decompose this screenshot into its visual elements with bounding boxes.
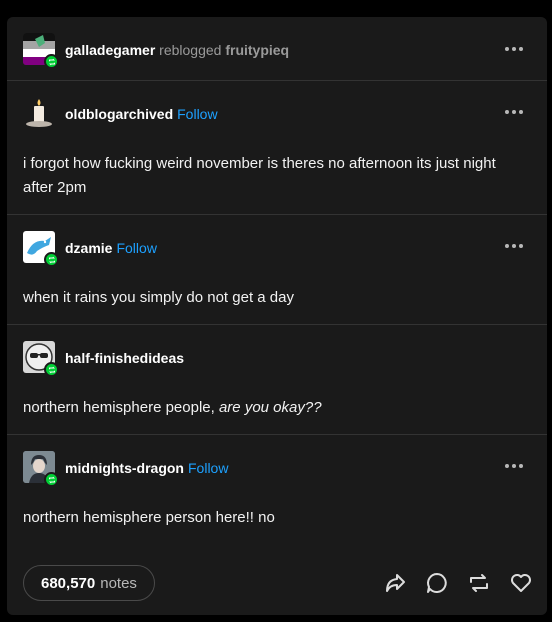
entry-name-line: oldblogarchived Follow	[65, 106, 218, 122]
entry-name-line: dzamie Follow	[65, 240, 157, 256]
reblog-button[interactable]	[467, 571, 491, 595]
follow-button[interactable]: Follow	[188, 460, 228, 476]
like-icon	[511, 574, 531, 592]
thread-entry: dzamie Follow when it rains you simply do…	[7, 215, 547, 325]
entry-name-line: half-finishedideas	[65, 350, 184, 366]
more-options-button[interactable]	[505, 106, 525, 118]
entry-body-italic: are you okay??	[218, 399, 322, 416]
reblog-line: galladegamer reblogged fruitypieq	[65, 42, 289, 58]
source-username[interactable]: fruitypieq	[225, 42, 289, 58]
reblog-badge-icon	[44, 362, 59, 377]
entry-name-line: midnights-dragon Follow	[65, 460, 228, 476]
entry-avatar[interactable]	[23, 97, 55, 129]
entry-body: northern hemisphere person here!! no	[23, 509, 275, 526]
entry-body: when it rains you simply do not get a da…	[23, 289, 294, 306]
more-options-button[interactable]	[505, 460, 525, 472]
entry-username[interactable]: half-finishedideas	[65, 350, 184, 366]
entry-username[interactable]: midnights-dragon	[65, 460, 184, 476]
reblog-icon	[470, 574, 488, 592]
thread-entry: half-finishedideas northern hemisphere p…	[7, 325, 547, 435]
post-actions	[383, 571, 533, 595]
post-footer: 680,570 notes	[7, 555, 547, 615]
reply-button[interactable]	[425, 571, 449, 595]
entry-body-plain: northern hemisphere people,	[23, 399, 219, 416]
entry-body: northern hemisphere people, are you okay…	[23, 396, 527, 420]
follow-button[interactable]: Follow	[177, 106, 217, 122]
reblog-badge-icon	[44, 252, 59, 267]
reblogged-word: reblogged	[159, 42, 222, 58]
like-button[interactable]	[509, 571, 533, 595]
entry-username[interactable]: oldblogarchived	[65, 106, 173, 122]
reblog-badge-icon	[44, 54, 59, 69]
share-icon	[386, 574, 405, 592]
more-options-button[interactable]	[505, 43, 525, 55]
entry-username[interactable]: dzamie	[65, 240, 112, 256]
post-header: galladegamer reblogged fruitypieq	[7, 17, 547, 81]
candle-icon	[23, 97, 55, 129]
more-options-button[interactable]	[505, 240, 525, 252]
share-button[interactable]	[383, 571, 407, 595]
notes-label: notes	[100, 574, 137, 592]
thread-entry: oldblogarchived Follow i forgot how fucki…	[7, 81, 547, 215]
follow-button[interactable]: Follow	[116, 240, 156, 256]
thread-entry: midnights-dragon Follow northern hemisphe…	[7, 435, 547, 555]
notes-button[interactable]: 680,570 notes	[23, 565, 155, 601]
reblog-badge-icon	[44, 472, 59, 487]
reblogger-username[interactable]: galladegamer	[65, 42, 155, 58]
notes-count: 680,570	[41, 574, 96, 592]
entry-body: i forgot how fucking weird november is t…	[23, 155, 496, 196]
reply-icon	[427, 573, 447, 593]
post-card: galladegamer reblogged fruitypieq oldblo…	[7, 17, 547, 615]
